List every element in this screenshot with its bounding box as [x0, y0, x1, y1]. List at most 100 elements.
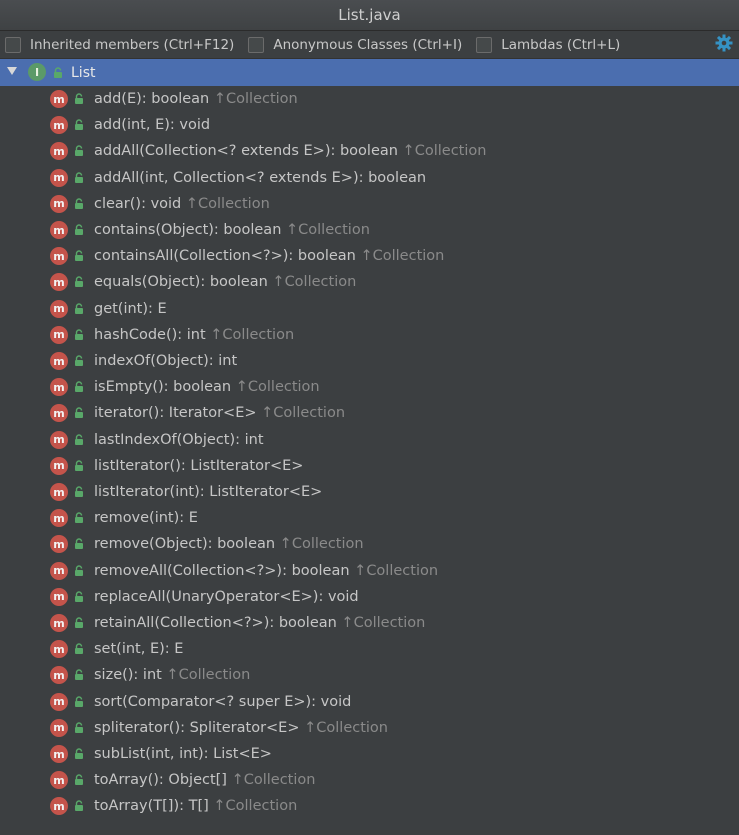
up-arrow-icon: ↑ — [231, 379, 248, 396]
method-icon: m — [50, 194, 68, 213]
tree-item[interactable]: m indexOf(Object): int — [0, 348, 739, 374]
tree-item[interactable]: m clear(): void ↑Collection — [0, 191, 739, 217]
lock-icon — [73, 276, 85, 288]
method-signature: removeAll(Collection<?>): boolean ↑Colle… — [94, 563, 438, 579]
inherited-class-name: Collection — [222, 326, 295, 343]
expand-triangle-icon[interactable] — [6, 65, 18, 81]
method-signature: hashCode(): int ↑Collection — [94, 327, 294, 343]
tree-item[interactable]: m get(int): E — [0, 296, 739, 322]
method-signature-text: addAll(int, Collection<? extends E>): bo… — [94, 169, 427, 186]
lock-icon — [73, 538, 85, 550]
method-signature: listIterator(): ListIterator<E> — [94, 458, 303, 474]
tree-item[interactable]: m sort(Comparator<? super E>): void — [0, 689, 739, 715]
tree-item[interactable]: m spliterator(): Spliterator<E> ↑Collecti… — [0, 715, 739, 741]
tree-item[interactable]: m subList(int, int): List<E> — [0, 741, 739, 767]
inherited-from-label: ↑Collection — [209, 798, 297, 814]
method-signature: size(): int ↑Collection — [94, 667, 250, 683]
lock-icon — [73, 171, 85, 184]
method-icon: m — [50, 771, 68, 790]
inherited-class-name: Collection — [198, 195, 270, 212]
method-icon: m — [50, 404, 68, 423]
method-icon: m — [50, 116, 68, 135]
inherited-class-name: Collection — [247, 379, 320, 396]
tree-item[interactable]: m size(): int ↑Collection — [0, 662, 739, 688]
method-icon: m — [50, 378, 68, 397]
checkbox-box[interactable] — [5, 36, 21, 53]
anonymous-classes-checkbox[interactable]: Anonymous Classes (Ctrl+I) — [248, 36, 463, 53]
tree-item[interactable]: m replaceAll(UnaryOperator<E>): void — [0, 584, 739, 610]
up-arrow-icon: ↑ — [397, 143, 415, 160]
tree-item[interactable]: m iterator(): Iterator<E> ↑Collection — [0, 400, 739, 426]
method-signature-text: get(int): E — [94, 300, 167, 317]
tree-item[interactable]: m add(E): boolean ↑Collection — [0, 86, 739, 112]
tree-item[interactable]: m listIterator(int): ListIterator<E> — [0, 479, 739, 505]
tree-item[interactable]: m add(int, E): void — [0, 112, 739, 138]
checkbox-box[interactable] — [248, 36, 265, 53]
tree-item[interactable]: m equals(Object): boolean ↑Collection — [0, 269, 739, 295]
lambdas-label: Lambdas (Ctrl+L) — [501, 36, 621, 53]
gear-icon[interactable] — [714, 33, 734, 53]
lock-icon — [73, 512, 85, 524]
method-icon: m — [50, 247, 68, 266]
tree-item[interactable]: m hashCode(): int ↑Collection — [0, 322, 739, 348]
method-signature-text: indexOf(Object): int — [94, 353, 238, 369]
tree-item[interactable]: m contains(Object): boolean ↑Collection — [0, 217, 739, 243]
up-arrow-icon: ↑ — [226, 772, 244, 789]
lock-icon — [73, 355, 85, 367]
inherited-from-label: ↑Collection — [356, 248, 444, 264]
inherited-class-name: Collection — [273, 405, 346, 422]
checkbox-box[interactable] — [476, 36, 493, 53]
tree-item[interactable]: m set(int, E): E — [0, 636, 739, 662]
method-icon: m — [50, 299, 68, 318]
method-signature-text: sort(Comparator<? super E>): void — [94, 693, 352, 710]
method-signature: addAll(int, Collection<? extends E>): bo… — [94, 170, 426, 186]
inherited-class-name: Collection — [414, 143, 487, 160]
method-signature-text: remove(int): E — [94, 510, 198, 527]
anonymous-classes-label: Anonymous Classes (Ctrl+I) — [273, 36, 463, 53]
method-signature-text: containsAll(Collection<?>): boolean — [94, 248, 356, 265]
interface-icon: I — [28, 63, 46, 81]
method-signature-text: hashCode(): int — [94, 326, 206, 343]
tree-item[interactable]: m remove(int): E — [0, 505, 739, 531]
tree-item[interactable]: m toArray(T[]): T[] ↑Collection — [0, 793, 739, 819]
inherited-class-name: Collection — [284, 274, 357, 291]
tree-item[interactable]: m listIterator(): ListIterator<E> — [0, 453, 739, 479]
tree-item[interactable]: m isEmpty(): boolean ↑Collection — [0, 374, 739, 400]
inherited-class-name: Collection — [178, 667, 251, 684]
lock-icon — [73, 302, 85, 315]
tree-item[interactable]: m toArray(): Object[] ↑Collection — [0, 767, 739, 793]
inherited-from-label: ↑Collection — [336, 615, 425, 631]
tree-item[interactable]: m retainAll(Collection<?>): boolean ↑Coll… — [0, 610, 739, 636]
tree-item[interactable]: m lastIndexOf(Object): int — [0, 427, 739, 453]
tree-item[interactable]: m addAll(Collection<? extends E>): boolea… — [0, 138, 739, 164]
method-icon: m — [50, 273, 68, 292]
method-icon: m — [50, 142, 68, 161]
method-signature: sort(Comparator<? super E>): void — [94, 694, 351, 710]
method-signature: indexOf(Object): int — [94, 353, 237, 369]
method-signature-text: contains(Object): boolean — [94, 222, 282, 238]
method-signature: remove(int): E — [94, 510, 198, 526]
method-icon: m — [50, 221, 68, 239]
up-arrow-icon: ↑ — [336, 615, 354, 631]
tree-item[interactable]: m removeAll(Collection<?>): boolean ↑Coll… — [0, 558, 739, 584]
method-signature-text: equals(Object): boolean — [94, 274, 268, 291]
lambdas-checkbox[interactable]: Lambdas (Ctrl+L) — [476, 36, 621, 53]
method-signature-text: iterator(): Iterator<E> — [94, 405, 257, 422]
method-signature: equals(Object): boolean ↑Collection — [94, 274, 356, 290]
tree-root-row[interactable]: I List — [0, 59, 739, 86]
lock-icon — [73, 460, 85, 472]
inherited-members-checkbox[interactable]: Inherited members (Ctrl+F12) — [5, 36, 235, 53]
method-signature: iterator(): Iterator<E> ↑Collection — [94, 405, 345, 421]
inherited-from-label: ↑Collection — [206, 326, 295, 343]
inherited-members-label: Inherited members (Ctrl+F12) — [30, 36, 235, 53]
window-title: List.java — [338, 6, 401, 24]
lock-icon — [73, 407, 85, 419]
method-icon: m — [50, 692, 68, 711]
tree-item[interactable]: m remove(Object): boolean ↑Collection — [0, 531, 739, 557]
tree-item[interactable]: m addAll(int, Collection<? extends E>): b… — [0, 165, 739, 191]
tree-item[interactable]: m containsAll(Collection<?>): boolean ↑Co… — [0, 243, 739, 269]
method-signature-text: toArray(T[]): T[] — [94, 798, 209, 815]
lock-icon — [73, 329, 85, 341]
inherited-from-label: ↑Collection — [268, 274, 357, 291]
inherited-from-label: ↑Collection — [227, 772, 316, 788]
